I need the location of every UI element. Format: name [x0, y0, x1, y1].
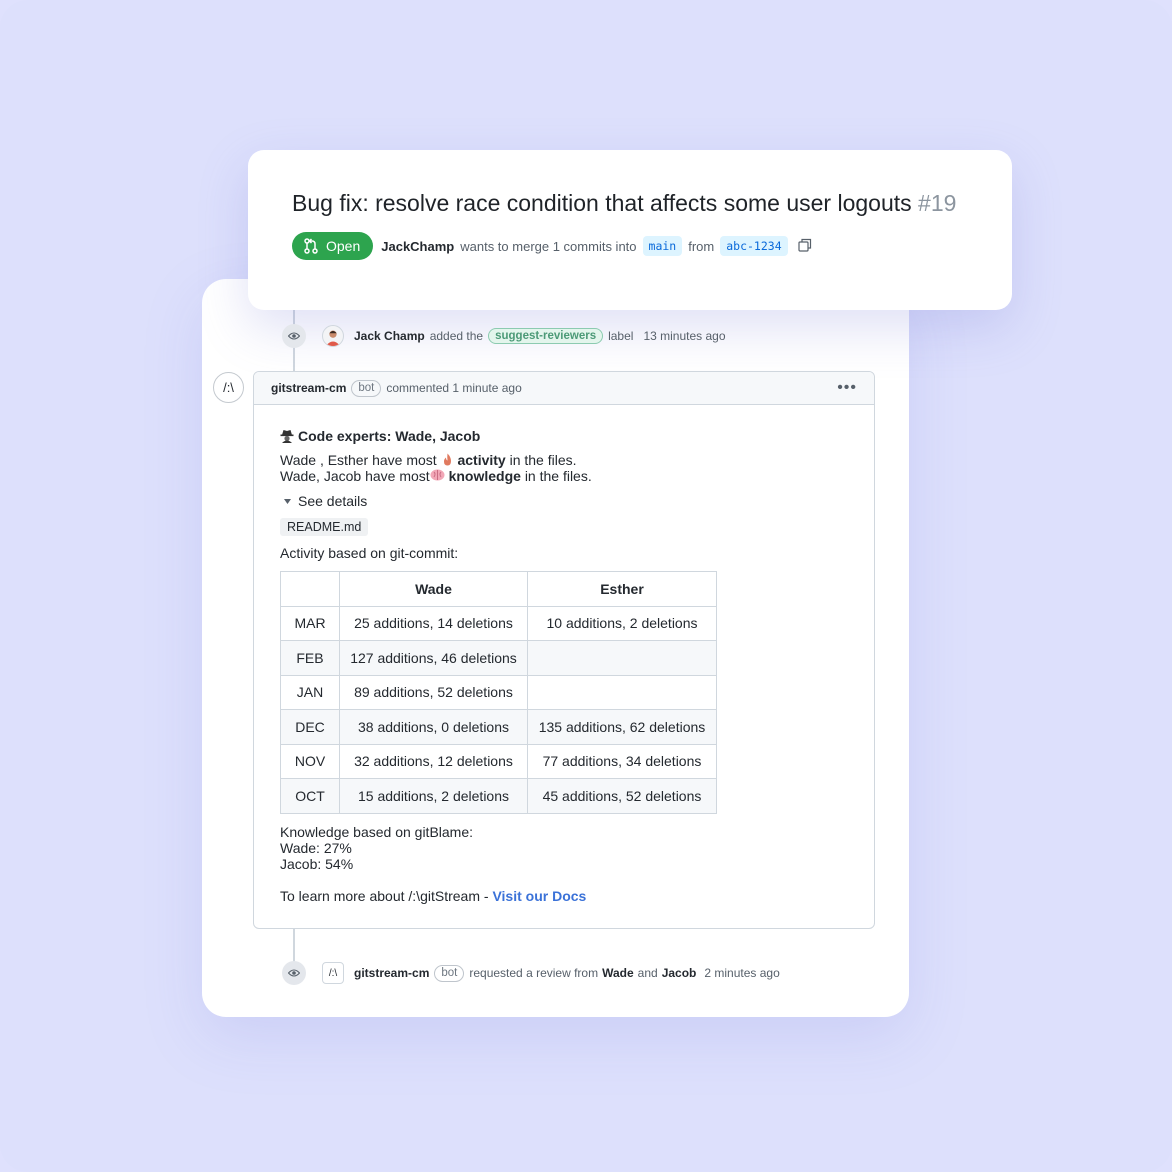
pr-meta: Open JackChamp wants to merge 1 commits … [292, 232, 812, 260]
table-cell: 77 additions, 34 deletions [527, 743, 717, 779]
comment-action: commented 1 minute ago [386, 381, 522, 395]
pr-header-card: Bug fix: resolve race condition that aff… [248, 150, 1012, 310]
head-branch[interactable]: abc-1234 [720, 236, 788, 256]
knowledge-word: knowledge [448, 468, 521, 484]
and-text: and [637, 966, 658, 980]
activity-table: Wade Esther MAR 25 additions, 14 deletio… [280, 571, 717, 814]
pr-number[interactable]: #19 [918, 190, 956, 216]
fire-icon [443, 453, 451, 466]
bot-badge: bot [434, 964, 465, 982]
review-event-text: requested a review from [469, 966, 599, 980]
table-cell: 32 additions, 12 deletions [339, 743, 528, 779]
table-row: NOV 32 additions, 12 deletions 77 additi… [280, 743, 717, 779]
activity-word: activity [457, 452, 506, 468]
knowledge-line-pre: Wade, Jacob have most [280, 468, 430, 484]
learn-more-text: To learn more about /:\gitStream - [280, 887, 489, 904]
table-cell: 127 additions, 46 deletions [339, 640, 528, 676]
review-request-event: /:\ gitstream-cm bot requested a review … [282, 961, 780, 985]
detective-icon [280, 430, 294, 443]
table-header-cell: Esther [527, 571, 717, 607]
table-cell: OCT [280, 778, 340, 814]
activity-line-pre: Wade , Esther have most [280, 452, 437, 468]
review-event-time[interactable]: 2 minutes ago [704, 966, 779, 980]
comment-body: Code experts: Wade, Jacob Wade , Esther … [280, 428, 860, 904]
file-chip: README.md [280, 518, 369, 536]
see-details-toggle[interactable]: See details [284, 493, 860, 509]
pr-title-text: Bug fix: resolve race condition that aff… [292, 190, 912, 216]
knowledge-line-post: in the files. [524, 468, 592, 484]
activity-title: Activity based on git-commit: [280, 545, 459, 561]
eye-icon [282, 961, 306, 985]
comment-header: gitstream-cm bot commented 1 minute ago … [254, 372, 874, 405]
table-row: DEC 38 additions, 0 deletions 135 additi… [280, 709, 717, 745]
label-event-text: added the [429, 329, 484, 343]
table-row: JAN 89 additions, 52 deletions [280, 674, 717, 710]
table-cell: MAR [280, 605, 340, 641]
knowledge-section: Knowledge based on gitBlame: Wade: 27% J… [280, 824, 860, 872]
comment-heading-text: Code experts: Wade, Jacob [298, 428, 481, 444]
learn-more: To learn more about /:\gitStream - Visit… [280, 888, 860, 904]
brain-icon [430, 469, 445, 481]
table-cell: DEC [280, 709, 340, 745]
table-cell: 89 additions, 52 deletions [339, 674, 528, 710]
knowledge-value: Jacob: 54% [280, 855, 354, 872]
see-details-label: See details [298, 493, 368, 509]
status-label: Open [326, 238, 361, 254]
comment-author[interactable]: gitstream-cm [271, 381, 346, 395]
label-event-time[interactable]: 13 minutes ago [643, 329, 725, 343]
label-event-user[interactable]: Jack Champ [354, 329, 425, 343]
table-cell: 10 additions, 2 deletions [527, 605, 717, 641]
reviewer-jacob[interactable]: Jacob [662, 966, 697, 980]
table-row: FEB 127 additions, 46 deletions [280, 640, 717, 676]
docs-link[interactable]: Visit our Docs [492, 888, 586, 904]
triangle-down-icon [284, 498, 291, 504]
table-row: MAR 25 additions, 14 deletions 10 additi… [280, 605, 717, 641]
table-cell: 45 additions, 52 deletions [527, 778, 717, 814]
base-branch[interactable]: main [642, 236, 683, 256]
git-pull-request-icon [304, 238, 318, 254]
table-header-cell [280, 571, 340, 607]
status-badge: Open [292, 232, 374, 260]
label-pill[interactable]: suggest-reviewers [488, 328, 604, 344]
activity-line-post: in the files. [509, 452, 577, 468]
table-cell: 38 additions, 0 deletions [339, 709, 528, 745]
copy-icon[interactable] [798, 238, 812, 255]
from-text: from [688, 238, 715, 254]
merge-text: wants to merge 1 commits into [460, 238, 637, 254]
table-cell: FEB [280, 640, 340, 676]
pr-author-link[interactable]: JackChamp [381, 239, 454, 254]
table-cell: 135 additions, 62 deletions [527, 709, 717, 745]
table-cell: NOV [280, 743, 340, 779]
comment-heading: Code experts: Wade, Jacob [280, 428, 860, 444]
pr-title: Bug fix: resolve race condition that aff… [292, 190, 956, 217]
eye-icon [282, 324, 306, 348]
knowledge-title: Knowledge based on gitBlame: [280, 823, 474, 840]
review-event-user[interactable]: gitstream-cm [354, 966, 429, 980]
table-header-row: Wade Esther [280, 571, 717, 607]
reviewer-wade[interactable]: Wade [602, 966, 634, 980]
gitstream-avatar[interactable]: /:\ [213, 372, 244, 403]
kebab-menu-icon[interactable]: ••• [837, 379, 857, 397]
label-event-text-after: label [608, 329, 634, 343]
table-cell [527, 674, 717, 710]
knowledge-line: Wade, Jacob have most knowledge in the f… [280, 468, 860, 484]
knowledge-value: Wade: 27% [280, 839, 352, 856]
table-row: OCT 15 additions, 2 deletions 45 additio… [280, 778, 717, 814]
user-avatar-icon[interactable] [322, 325, 344, 347]
timeline-connector [293, 929, 295, 963]
table-cell: 25 additions, 14 deletions [339, 605, 528, 641]
label-event: Jack Champ added the suggest-reviewers l… [282, 324, 726, 348]
gitstream-small-avatar[interactable]: /:\ [322, 962, 344, 984]
table-cell [527, 640, 717, 676]
bot-badge: bot [351, 379, 382, 397]
table-cell: 15 additions, 2 deletions [339, 778, 528, 814]
table-header-cell: Wade [339, 571, 528, 607]
activity-line: Wade , Esther have most activity in the … [280, 452, 860, 468]
comment-box: gitstream-cm bot commented 1 minute ago … [253, 371, 875, 929]
table-cell: JAN [280, 674, 340, 710]
